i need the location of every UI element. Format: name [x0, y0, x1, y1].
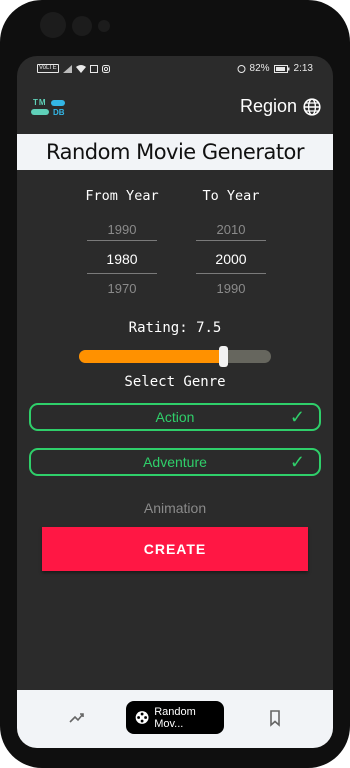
to-year-label: To Year: [202, 188, 260, 204]
alarm-icon: [237, 65, 246, 73]
tmdb-logo: TM DB: [31, 98, 65, 117]
trending-icon[interactable]: [67, 708, 87, 728]
slider-fill: [79, 350, 221, 363]
genre-action-chip[interactable]: Action ✓: [29, 403, 321, 431]
to-year-prev[interactable]: 2010: [196, 222, 266, 237]
globe-icon: [303, 97, 321, 116]
battery-icon: [273, 64, 290, 73]
region-label: Region: [239, 96, 297, 116]
check-icon: ✓: [289, 407, 305, 427]
phone-camera-deco: [40, 12, 130, 52]
wifi-icon: [75, 64, 86, 73]
to-year-next[interactable]: 1990: [196, 281, 266, 296]
from-year-prev[interactable]: 1990: [87, 222, 157, 237]
nav-random-movie[interactable]: Random Mov...: [126, 701, 224, 734]
rating-slider[interactable]: [79, 346, 271, 367]
rating-label: Rating: 7.5: [128, 320, 222, 336]
slider-thumb[interactable]: [219, 346, 228, 367]
to-year-selected[interactable]: 2000: [196, 251, 266, 267]
phone-frame: VoLTE 82% 2:13 TM DB Region Random Movie…: [0, 0, 350, 768]
movie-reel-icon: [135, 711, 149, 724]
genre-adventure-label: Adventure: [143, 454, 207, 470]
from-year-label: From Year: [85, 188, 159, 204]
app-screen: VoLTE 82% 2:13 TM DB Region Random Movie…: [17, 56, 333, 748]
app-bar: TM DB Region: [17, 86, 333, 130]
volte-indicator: VoLTE: [37, 64, 59, 73]
page-title: Random Movie Generator: [17, 134, 333, 170]
bookmark-icon[interactable]: [265, 708, 285, 728]
notification-icon: [89, 64, 98, 73]
instagram-icon: [101, 64, 110, 73]
bottom-navigation: Random Mov...: [17, 690, 333, 748]
genre-label: Select Genre: [124, 374, 226, 390]
genre-adventure-chip[interactable]: Adventure ✓: [29, 448, 321, 476]
create-button[interactable]: CREATE: [42, 527, 308, 571]
genre-animation-chip[interactable]: Animation: [17, 500, 333, 516]
to-year-picker[interactable]: To Year 2010 2000 1990: [181, 188, 281, 298]
check-icon: ✓: [289, 452, 305, 472]
from-year-wheel[interactable]: 1990 1980 1970: [87, 218, 157, 298]
status-time: 2:13: [293, 63, 313, 74]
from-year-next[interactable]: 1970: [87, 281, 157, 296]
from-year-picker[interactable]: From Year 1990 1980 1970: [72, 188, 172, 298]
battery-percent: 82%: [249, 63, 270, 74]
nav-random-movie-label: Random Mov...: [154, 705, 196, 730]
signal-icon: [62, 64, 72, 73]
from-year-selected[interactable]: 1980: [87, 251, 157, 267]
genre-action-label: Action: [155, 409, 195, 425]
region-button[interactable]: Region: [240, 96, 321, 117]
status-bar: VoLTE 82% 2:13: [17, 56, 333, 82]
to-year-wheel[interactable]: 2010 2000 1990: [196, 218, 266, 298]
